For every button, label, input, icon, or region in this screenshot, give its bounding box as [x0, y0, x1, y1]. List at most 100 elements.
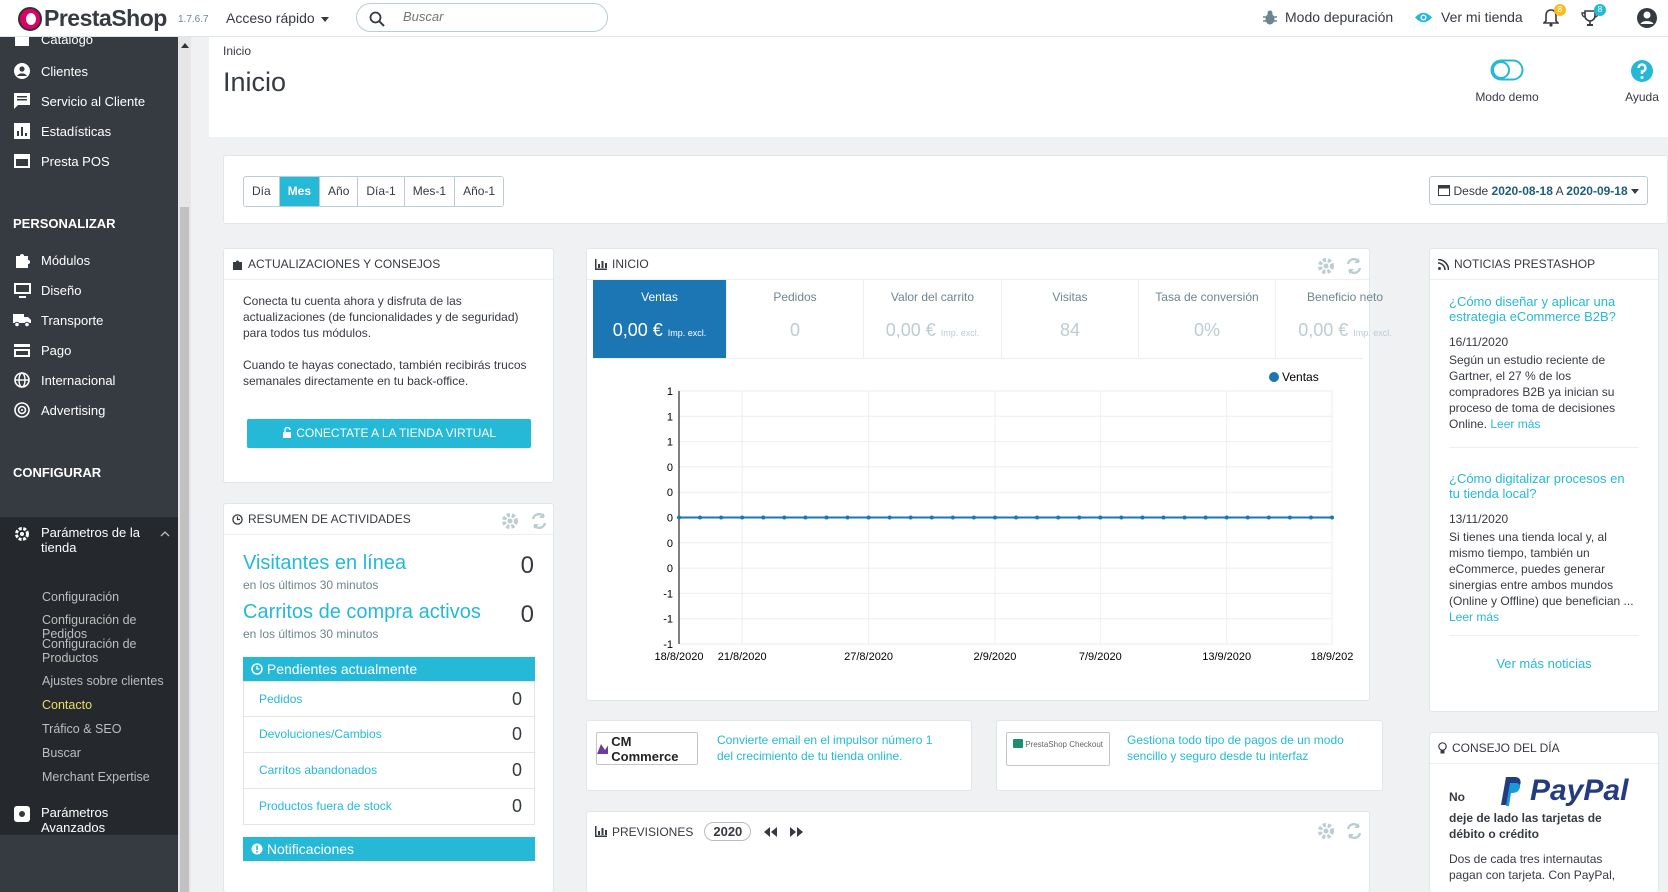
bar-chart-icon	[595, 258, 607, 270]
pending-row-out-of-stock[interactable]: Productos fuera de stock 0	[243, 789, 535, 825]
online-visitors-label[interactable]: Visitantes en línea	[243, 552, 406, 575]
debug-mode-link[interactable]: Modo depuración	[1263, 9, 1393, 25]
quick-access-dropdown[interactable]: Acceso rápido	[226, 10, 329, 26]
view-store-link[interactable]: Ver mi tienda	[1414, 9, 1523, 25]
sidebar-item-advanced-parameters[interactable]: Parámetros Avanzados	[0, 805, 178, 841]
active-carts-value: 0	[520, 601, 534, 628]
pending-row-returns[interactable]: Devoluciones/Cambios 0	[243, 717, 535, 753]
promo-text: Convierte email en el impulsor número 1 …	[717, 733, 933, 763]
period-prev-day-button[interactable]: Día-1	[358, 177, 405, 206]
divider	[1449, 635, 1639, 636]
updates-panel: ACTUALIZACIONES Y CONSEJOS Conecta tu cu…	[223, 248, 554, 483]
section-configure: CONFIGURAR	[13, 465, 102, 480]
news-item-title[interactable]: ¿Cómo digitalizar procesos en tu tienda …	[1449, 471, 1635, 501]
cm-commerce-logo: CM Commerce	[596, 732, 698, 765]
sidebar: Catálogo Clientes Servicio al Cliente Es…	[0, 37, 191, 892]
sidebar-sub-customer-settings[interactable]: Ajustes sobre clientes	[42, 674, 178, 688]
kpi-conversion[interactable]: Tasa de conversión 0%	[1139, 280, 1276, 358]
divider	[1430, 279, 1658, 280]
see-more-news-link[interactable]: Ver más noticias	[1430, 656, 1658, 671]
sidebar-sub-merchant-expertise[interactable]: Merchant Expertise	[42, 770, 178, 784]
breadcrumb[interactable]: Inicio	[223, 44, 251, 58]
period-year-button[interactable]: Año	[320, 177, 359, 206]
help-button[interactable]: Ayuda	[1622, 59, 1662, 104]
read-more-link[interactable]: Leer más	[1490, 417, 1540, 431]
news-item-title[interactable]: ¿Cómo diseñar y aplicar una estrategia e…	[1449, 294, 1635, 324]
demo-mode-toggle[interactable]: Modo demo	[1472, 59, 1542, 104]
configure-gear-icon[interactable]	[1316, 821, 1336, 841]
kpi-orders[interactable]: Pedidos 0	[727, 280, 864, 358]
read-more-link[interactable]: Leer más	[1449, 610, 1499, 624]
scroll-up-arrow[interactable]	[181, 43, 189, 48]
y-tick-label: 0	[667, 513, 673, 525]
search-box[interactable]	[356, 3, 608, 32]
sidebar-item-label: Advertising	[41, 402, 106, 418]
period-month-button[interactable]: Mes	[279, 177, 321, 206]
kpi-net-profit[interactable]: Beneficio neto 0,00 € Imp. excl.	[1276, 280, 1414, 358]
pending-row-abandoned-carts[interactable]: Carritos abandonados 0	[243, 753, 535, 789]
sidebar-item-shipping[interactable]: Transporte	[0, 305, 178, 335]
sidebar-item-stats[interactable]: Estadísticas	[0, 116, 178, 146]
configure-gear-icon[interactable]	[500, 511, 520, 531]
sidebar-item-design[interactable]: Diseño	[0, 275, 178, 305]
credit-card-icon	[13, 341, 31, 359]
sidebar-item-catalog[interactable]: Catálogo	[0, 37, 178, 54]
sidebar-item-modules[interactable]: Módulos	[0, 245, 178, 275]
refresh-icon[interactable]	[1344, 256, 1364, 276]
notifications-orders-button[interactable]: 8	[1542, 4, 1566, 27]
promo-prestashop-checkout[interactable]: PrestaShop Checkout Gestiona todo tipo d…	[996, 720, 1383, 791]
promo-brand: CM Commerce	[611, 733, 679, 764]
pending-row-orders[interactable]: Pedidos 0	[243, 681, 535, 717]
activity-panel: RESUMEN DE ACTIVIDADES Visitantes en lín…	[223, 503, 554, 892]
user-account-icon[interactable]	[1636, 7, 1658, 29]
sidebar-sub-product-settings[interactable]: Configuración de Productos	[42, 637, 178, 665]
date-range-picker[interactable]: Desde 2020-08-18 A 2020-09-18	[1429, 176, 1648, 205]
sidebar-item-shop-parameters[interactable]: Parámetros de la tienda	[0, 525, 178, 561]
configure-gear-icon[interactable]	[1316, 256, 1336, 276]
refresh-icon[interactable]	[529, 511, 549, 531]
rewind-icon[interactable]	[762, 826, 778, 838]
sidebar-item-label: Servicio al Cliente	[41, 93, 146, 109]
period-day-button[interactable]: Día	[244, 177, 280, 206]
calendar-icon	[1438, 185, 1451, 196]
sidebar-item-customers[interactable]: Clientes	[0, 56, 178, 86]
search-input[interactable]	[403, 9, 593, 24]
period-prev-month-button[interactable]: Mes-1	[404, 177, 456, 206]
page-header: Inicio Inicio Modo demo Ayuda	[209, 37, 1668, 137]
sidebar-item-label: Parámetros Avanzados	[41, 805, 109, 835]
sidebar-item-advertising[interactable]: Advertising	[0, 395, 178, 425]
sidebar-item-presta-pos[interactable]: Presta POS	[0, 146, 178, 176]
data-point	[677, 515, 681, 520]
active-carts-label[interactable]: Carritos de compra activos	[243, 601, 481, 624]
sidebar-sub-contact[interactable]: Contacto	[42, 698, 178, 712]
fast-forward-icon[interactable]	[789, 826, 805, 838]
scrollbar-thumb[interactable]	[180, 207, 189, 892]
sidebar-scrollbar[interactable]	[178, 37, 191, 892]
kpi-visits[interactable]: Visitas 84	[1002, 280, 1139, 358]
kpi-label: Tasa de conversión	[1155, 290, 1259, 304]
checkout-logo-icon	[1012, 739, 1023, 748]
kpi-sales[interactable]: Ventas 0,00 € Imp. excl.	[593, 280, 727, 358]
sidebar-sub-traffic-seo[interactable]: Tráfico & SEO	[42, 722, 178, 736]
chevron-up-icon[interactable]	[160, 531, 170, 537]
sidebar-item-international[interactable]: Internacional	[0, 365, 178, 395]
bar-chart-icon	[13, 122, 31, 140]
refresh-icon[interactable]	[1344, 821, 1364, 841]
sidebar-item-payment[interactable]: Pago	[0, 335, 178, 365]
connect-store-button[interactable]: CONECTATE A LA TIENDA VIRTUAL PRESTASHOP	[247, 419, 531, 469]
sidebar-sub-search[interactable]: Buscar	[42, 746, 178, 760]
prestashop-logo[interactable]: PrestaShop	[18, 5, 167, 32]
unlock-icon	[282, 426, 291, 438]
news-panel-header: NOTICIAS PRESTASHOP	[1438, 257, 1595, 271]
sidebar-sub-configuration[interactable]: Configuración	[42, 590, 178, 604]
sidebar-item-customer-service[interactable]: Servicio al Cliente	[0, 86, 178, 116]
toggle-icon	[1490, 59, 1524, 81]
x-tick-label: 7/9/2020	[1079, 651, 1122, 663]
exclamation-icon	[251, 843, 263, 855]
pending-header: Pendientes actualmente	[243, 657, 535, 681]
notifications-customers-button[interactable]: 8	[1581, 4, 1606, 27]
view-store-label: Ver mi tienda	[1441, 9, 1523, 25]
kpi-cart-value[interactable]: Valor del carrito 0,00 € Imp. excl.	[864, 280, 1002, 358]
promo-cm-commerce[interactable]: CM Commerce Convierte email en el impuls…	[586, 720, 972, 791]
period-prev-year-button[interactable]: Año-1	[455, 177, 504, 206]
